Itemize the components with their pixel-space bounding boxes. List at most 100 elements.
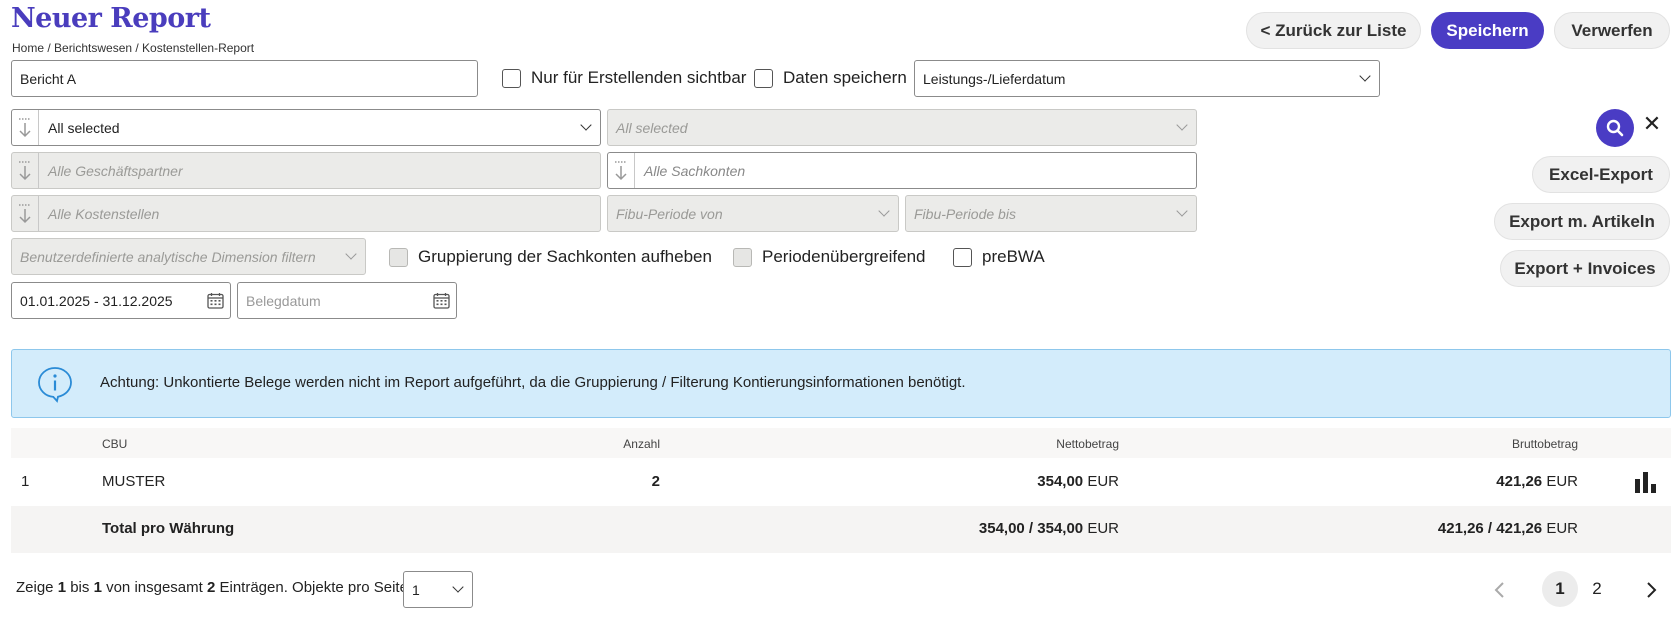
row-anzahl: 2	[651, 473, 660, 490]
filter-1-value: All selected	[48, 119, 120, 136]
accounts-input[interactable]: Alle Sachkonten	[607, 152, 1197, 189]
pagination-summary: Zeige 1 bis 1 von insgesamt 2 Einträgen.…	[16, 579, 412, 596]
info-text: Achtung: Unkontierte Belege werden nicht…	[100, 374, 966, 391]
filter-select-1[interactable]: All selected	[11, 109, 601, 146]
checkbox-box[interactable]	[502, 68, 521, 88]
pagination-suffix: Einträgen. Objekte pro Seite:	[219, 579, 413, 596]
period-to-select: Fibu-Periode bis	[905, 195, 1197, 232]
pagination-to: 1	[93, 579, 102, 596]
cost-centers-input: Alle Kostenstellen	[11, 195, 601, 232]
date-type-value: Leistungs-/Lieferdatum	[923, 70, 1066, 87]
custom-dimension-select: Benutzerdefinierte analytische Dimension…	[11, 238, 366, 275]
report-name-value: Bericht A	[20, 70, 77, 87]
per-page-value: 1	[412, 581, 420, 598]
row-cbu: MUSTER	[102, 473, 166, 490]
total-netto-currency: EUR	[1087, 520, 1119, 537]
per-page-select[interactable]: 1	[403, 571, 473, 608]
close-icon[interactable]: ✕	[1642, 111, 1662, 137]
group-accounts-label: Gruppierung der Sachkonten aufheben	[418, 247, 712, 266]
table-header: CBU Anzahl Nettobetrag Bruttobetrag	[11, 428, 1671, 458]
calendar-icon[interactable]	[433, 292, 450, 309]
back-to-list-button[interactable]: < Zurück zur Liste	[1246, 12, 1421, 49]
checkbox-box[interactable]	[733, 247, 752, 267]
prebwa-label: preBWA	[982, 247, 1045, 266]
cross-period-label: Periodenübergreifend	[762, 247, 926, 266]
info-banner: Achtung: Unkontierte Belege werden nicht…	[11, 349, 1671, 418]
period-to-placeholder: Fibu-Periode bis	[914, 205, 1016, 222]
only-creator-label: Nur für Erstellenden sichtbar	[531, 68, 747, 87]
accounts-placeholder: Alle Sachkonten	[644, 162, 746, 179]
save-button[interactable]: Speichern	[1431, 12, 1544, 49]
search-icon	[1606, 119, 1624, 137]
sort-icon	[12, 153, 39, 188]
chevron-right-icon[interactable]	[1644, 581, 1658, 599]
checkbox-box[interactable]	[754, 68, 773, 88]
total-netto: 354,00 / 354,00 EUR	[979, 520, 1119, 537]
save-data-checkbox[interactable]: Daten speichern	[754, 68, 907, 88]
period-from-placeholder: Fibu-Periode von	[616, 205, 723, 222]
save-data-label: Daten speichern	[783, 68, 907, 87]
sort-icon[interactable]	[12, 110, 39, 145]
total-row: Total pro Währung 354,00 / 354,00 EUR 42…	[11, 506, 1671, 553]
report-name-input[interactable]: Bericht A	[11, 60, 478, 97]
pagination-from: 1	[57, 579, 67, 596]
row-netto: 354,00 EUR	[1037, 473, 1119, 490]
partner-placeholder: Alle Geschäftspartner	[48, 162, 183, 179]
row-netto-value: 354,00	[1037, 473, 1084, 490]
column-header-brutto[interactable]: Bruttobetrag	[1512, 437, 1578, 451]
column-header-anzahl[interactable]: Anzahl	[623, 437, 660, 451]
breadcrumb[interactable]: Home / Berichtswesen / Kostenstellen-Rep…	[12, 41, 254, 55]
page-2-button[interactable]: 2	[1579, 571, 1615, 607]
bar-chart-icon[interactable]	[1634, 470, 1658, 494]
column-header-cbu[interactable]: CBU	[102, 437, 127, 451]
row-brutto-currency: EUR	[1546, 473, 1578, 490]
group-accounts-checkbox[interactable]: Gruppierung der Sachkonten aufheben	[389, 247, 712, 267]
filter-2-placeholder: All selected	[616, 119, 688, 136]
page-title: Neuer Report	[11, 3, 211, 34]
sort-icon	[12, 196, 39, 231]
date-type-select[interactable]: Leistungs-/Lieferdatum	[914, 60, 1380, 97]
search-button[interactable]	[1596, 109, 1634, 147]
info-icon	[38, 367, 72, 403]
chevron-down-icon	[452, 581, 464, 593]
prebwa-checkbox[interactable]: preBWA	[953, 247, 1045, 267]
total-label: Total pro Währung	[102, 520, 235, 537]
table-row[interactable]: 1 MUSTER 2 354,00 EUR 421,26 EUR	[11, 458, 1671, 506]
chevron-down-icon	[878, 205, 890, 217]
partner-input: Alle Geschäftspartner	[11, 152, 601, 189]
discard-button[interactable]: Verwerfen	[1554, 12, 1670, 49]
chevron-down-icon	[345, 248, 357, 260]
pagination-total: 2	[206, 579, 216, 596]
pagination-mid2: von insgesamt	[106, 579, 203, 596]
total-brutto-currency: EUR	[1546, 520, 1578, 537]
column-header-netto[interactable]: Nettobetrag	[1056, 437, 1119, 451]
export-articles-button[interactable]: Export m. Artikeln	[1494, 203, 1670, 240]
checkbox-box[interactable]	[389, 247, 408, 267]
date-range-input[interactable]: 01.01.2025 - 31.12.2025	[11, 282, 231, 319]
belegdatum-placeholder: Belegdatum	[246, 292, 321, 309]
calendar-icon[interactable]	[207, 292, 224, 309]
cross-period-checkbox[interactable]: Periodenübergreifend	[733, 247, 926, 267]
period-from-select: Fibu-Periode von	[607, 195, 899, 232]
chevron-left-icon[interactable]	[1493, 581, 1507, 599]
cost-centers-placeholder: Alle Kostenstellen	[48, 205, 160, 222]
custom-dimension-placeholder: Benutzerdefinierte analytische Dimension…	[20, 248, 316, 265]
belegdatum-input[interactable]: Belegdatum	[237, 282, 457, 319]
sort-icon[interactable]	[608, 153, 635, 188]
only-creator-checkbox[interactable]: Nur für Erstellenden sichtbar	[502, 68, 746, 88]
row-brutto-value: 421,26	[1496, 473, 1543, 490]
pagination-prefix: Zeige	[16, 579, 54, 596]
checkbox-box[interactable]	[953, 247, 972, 267]
row-brutto: 421,26 EUR	[1496, 473, 1578, 490]
chevron-down-icon	[1176, 119, 1188, 131]
export-invoices-button[interactable]: Export + Invoices	[1500, 250, 1670, 287]
filter-select-2: All selected	[607, 109, 1197, 146]
chevron-down-icon	[580, 119, 592, 131]
date-range-value: 01.01.2025 - 31.12.2025	[20, 292, 173, 309]
excel-export-button[interactable]: Excel-Export	[1532, 156, 1670, 193]
total-brutto-value: 421,26 / 421,26	[1437, 520, 1543, 537]
row-index: 1	[21, 473, 30, 490]
total-netto-value: 354,00 / 354,00	[978, 520, 1084, 537]
page-1-button[interactable]: 1	[1542, 571, 1578, 607]
row-netto-currency: EUR	[1087, 473, 1119, 490]
